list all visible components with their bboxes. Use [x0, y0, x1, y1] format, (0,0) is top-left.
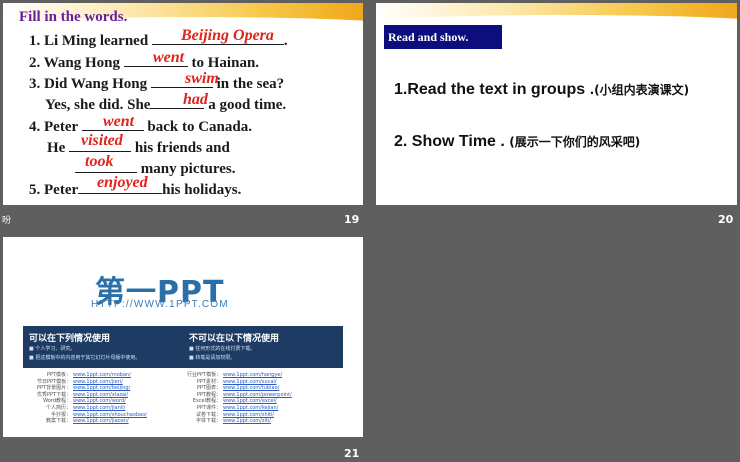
link-label: PPT背景图片： [37, 385, 72, 392]
answer-1: Beijing Opera [181, 27, 274, 44]
can-use-item-text: 个人学习、研究。 [35, 346, 76, 352]
answer-5: went [103, 113, 135, 130]
link-row[interactable]: PPT课件： www.1ppt.com/kejian/ [187, 405, 292, 412]
link-url[interactable]: www.1ppt.com/kejian/ [223, 405, 278, 411]
link-url[interactable]: www.1ppt.com/hangye/ [223, 372, 282, 378]
usage-panel: 可以在下列情况使用 ■ 个人学习、研究。 ■ 把这模板中的内容用于其它幻灯片母版… [23, 326, 343, 368]
link-row[interactable]: 教案下载： www.1ppt.com/jiaoan/ [37, 418, 147, 425]
line-text: Yes, she did. She [45, 97, 151, 113]
line-3: 3. Did Wang Hong in the sea? [29, 74, 284, 93]
link-row[interactable]: 个人简历： www.1ppt.com/jianli/ [37, 405, 147, 412]
line-text: many pictures. [140, 161, 236, 177]
link-url[interactable]: www.1ppt.com/word/ [73, 398, 126, 404]
link-label: PPT课件： [196, 404, 221, 411]
line-text: his friends and [134, 140, 230, 156]
cannot-use-title: 不可以在以下情况使用 [189, 334, 280, 344]
line-text: 4. Peter [29, 119, 78, 135]
cannot-use-item-text: 任何形式的在线付费下载。 [195, 346, 256, 352]
line-text: 3. Did Wang Hong [29, 76, 148, 92]
line-text: 1. Li Ming learned [29, 33, 149, 49]
line-4b: He his friends and [47, 138, 230, 157]
answer-7: took [85, 153, 114, 170]
link-row[interactable]: PPT模板： www.1ppt.com/moban/ [37, 372, 147, 379]
link-row[interactable]: 字体下载： www.1ppt.com/ziti/ [187, 418, 292, 425]
link-label: 教案下载： [45, 418, 71, 425]
link-label: Excel教程： [192, 398, 221, 405]
item-1-text: 1.Read the text in groups [394, 81, 586, 98]
line-text: a good time. [208, 97, 287, 113]
slide-title: Fill in the words. [19, 9, 128, 25]
can-use-item-text: 把这模板中的内容用于其它幻灯片母版中使用。 [35, 355, 141, 361]
links-left: PPT模板： www.1ppt.com/moban/ 节日PPT模板： www.1p… [37, 372, 147, 425]
slide-number-20: 20 [718, 213, 734, 226]
item-2-text: 2. Show Time . [394, 133, 505, 150]
slide-number-19: 19 [344, 213, 360, 226]
link-url[interactable]: www.1ppt.com/jieri/ [73, 379, 123, 385]
link-label: PPT模板： [46, 372, 71, 378]
line-4: 4. Peter back to Canada. [29, 117, 252, 136]
link-label: Word教程： [43, 398, 71, 405]
link-url[interactable]: www.1ppt.com/sucai/ [223, 379, 277, 385]
line-2: 2. Wang Hong to Hainan. [29, 53, 259, 72]
link-label: 行业PPT模板： [187, 372, 222, 378]
link-url[interactable]: www.1ppt.com/beijing/ [73, 385, 130, 391]
item-1-zh: .(小组内表演课文) [589, 83, 690, 97]
line-text: his holidays. [162, 182, 242, 198]
link-url[interactable]: www.1ppt.com/powerpoint/ [223, 392, 292, 398]
line-text: in the sea? [216, 76, 285, 92]
item-1: 1.Read the text in groups .(小组内表演课文) [394, 81, 689, 99]
read-and-show-label: Read and show. [384, 25, 502, 49]
slide-19-thumbnail[interactable]: Fill in the words. 1. Li Ming learned . … [3, 3, 363, 205]
can-use-item: ■ 把这模板中的内容用于其它幻灯片母版中使用。 [29, 355, 141, 361]
link-url[interactable]: www.1ppt.com/xiazai/ [73, 392, 128, 398]
link-row[interactable]: 行业PPT模板： www.1ppt.com/hangye/ [187, 372, 292, 379]
answer-8: enjoyed [97, 174, 148, 191]
item-2-zh: (展示一下你们的风采吧) [509, 135, 641, 149]
link-url[interactable]: www.1ppt.com/shouchaobao/ [73, 412, 147, 418]
link-row[interactable]: PPT背景图片： www.1ppt.com/beijing/ [37, 385, 147, 392]
link-label: 字体下载： [195, 418, 221, 425]
answer-2: went [153, 49, 185, 66]
line-text: He [47, 140, 66, 156]
cannot-use-item: ■ 任何形式的在线付费下载。 [189, 346, 256, 352]
cannot-use-item: ■ 转载是请加权限。 [189, 355, 236, 361]
item-2: 2. Show Time . (展示一下你们的风采吧) [394, 133, 640, 151]
link-url[interactable]: www.1ppt.com/ziti/ [223, 418, 271, 424]
answer-4: had [183, 91, 208, 108]
line-text: to Hainan. [191, 55, 260, 71]
link-row[interactable]: Excel教程： www.1ppt.com/excel/ [187, 398, 292, 405]
answer-6: visited [81, 132, 123, 149]
cannot-use-item-text: 转载是请加权限。 [195, 355, 236, 361]
logo-url: HTTP://WWW.1PPT.COM [91, 299, 229, 310]
link-url[interactable]: www.1ppt.com/jiaoan/ [73, 418, 129, 424]
link-url[interactable]: www.1ppt.com/moban/ [73, 372, 131, 378]
link-row[interactable]: Word教程： www.1ppt.com/word/ [37, 398, 147, 405]
link-url[interactable]: www.1ppt.com/excel/ [223, 398, 277, 404]
links-right: 行业PPT模板： www.1ppt.com/hangye/ PPT素材： www.1… [187, 372, 292, 425]
line-text: 5. Peter [29, 182, 79, 198]
slide-number-21: 21 [344, 447, 360, 460]
link-row[interactable]: PPT图表： www.1ppt.com/tubiao/ [187, 385, 292, 392]
line-3b: Yes, she did. She a good time. [45, 95, 286, 114]
link-url[interactable]: www.1ppt.com/shiti/ [223, 412, 274, 418]
slide-21-thumbnail[interactable]: 第一PPT HTTP://WWW.1PPT.COM 可以在下列情况使用 ■ 个人… [3, 237, 363, 437]
link-label: 个人简历： [45, 404, 71, 411]
link-url[interactable]: www.1ppt.com/tubiao/ [223, 385, 279, 391]
line-text: 2. Wang Hong [29, 55, 121, 71]
slide-20-thumbnail[interactable]: Read and show. 1.Read the text in groups… [376, 3, 737, 205]
side-char: 吩 [2, 216, 12, 226]
can-use-title: 可以在下列情况使用 [29, 334, 111, 344]
line-text: . [283, 33, 288, 49]
link-label: PPT图表： [196, 385, 221, 392]
link-url[interactable]: www.1ppt.com/jianli/ [73, 405, 125, 411]
answer-3: swim [185, 70, 219, 87]
line-text: back to Canada. [147, 119, 252, 135]
can-use-item: ■ 个人学习、研究。 [29, 346, 76, 352]
